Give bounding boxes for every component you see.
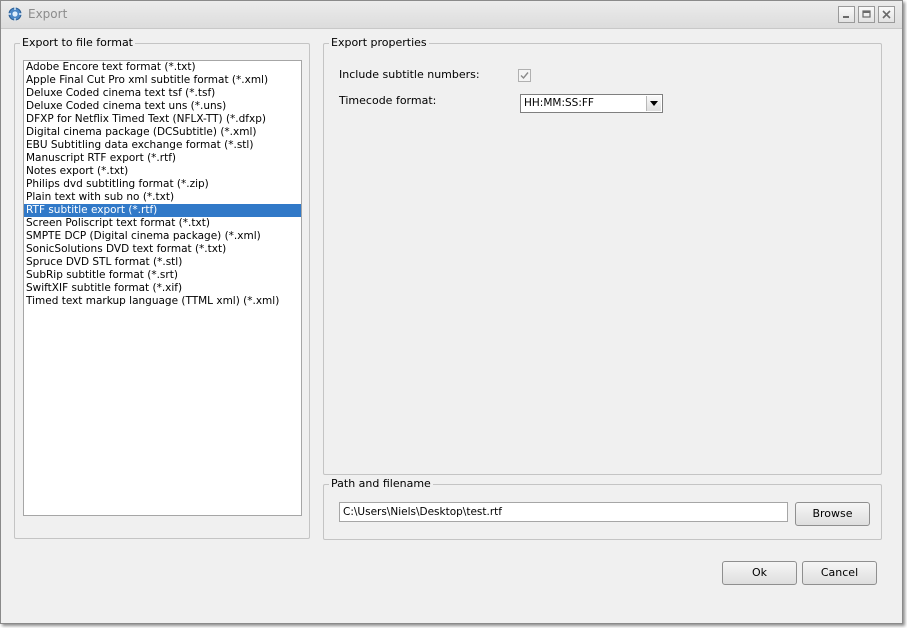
list-item[interactable]: Philips dvd subtitling format (*.zip) (24, 178, 301, 191)
list-item[interactable]: Timed text markup language (TTML xml) (*… (24, 295, 301, 308)
list-item[interactable]: DFXP for Netflix Timed Text (NFLX-TT) (*… (24, 113, 301, 126)
window-title: Export (28, 7, 68, 21)
maximize-button[interactable] (858, 6, 875, 23)
chevron-down-icon (650, 101, 658, 106)
list-item[interactable]: Plain text with sub no (*.txt) (24, 191, 301, 204)
export-dialog: Export Export to file format Adobe Encor… (0, 0, 903, 624)
ok-button[interactable]: Ok (722, 561, 797, 585)
list-item[interactable]: SubRip subtitle format (*.srt) (24, 269, 301, 282)
close-button[interactable] (878, 6, 895, 23)
list-item[interactable]: Spruce DVD STL format (*.stl) (24, 256, 301, 269)
list-item[interactable]: Manuscript RTF export (*.rtf) (24, 152, 301, 165)
app-gear-icon (8, 7, 22, 21)
properties-group-legend: Export properties (329, 36, 429, 50)
include-numbers-label: Include subtitle numbers: (339, 68, 480, 81)
list-item[interactable]: RTF subtitle export (*.rtf) (24, 204, 301, 217)
maximize-icon (862, 10, 871, 18)
timecode-dropdown-button[interactable] (646, 96, 661, 111)
path-input-value: C:\Users\Niels\Desktop\test.rtf (343, 506, 502, 518)
path-group-legend: Path and filename (329, 477, 433, 491)
list-item[interactable]: Deluxe Coded cinema text uns (*.uns) (24, 100, 301, 113)
list-item[interactable]: Screen Poliscript text format (*.txt) (24, 217, 301, 230)
timecode-format-value: HH:MM:SS:FF (524, 97, 594, 109)
checkmark-icon (520, 72, 529, 80)
cancel-button[interactable]: Cancel (802, 561, 877, 585)
list-item[interactable]: Digital cinema package (DCSubtitle) (*.x… (24, 126, 301, 139)
format-listbox[interactable]: Adobe Encore text format (*.txt) Apple Fi… (23, 60, 302, 516)
title-bar[interactable]: Export (1, 1, 902, 29)
list-item[interactable]: SwiftXIF subtitle format (*.xif) (24, 282, 301, 295)
list-item[interactable]: Adobe Encore text format (*.txt) (24, 61, 301, 74)
include-numbers-checkbox[interactable] (518, 69, 531, 82)
list-item[interactable]: Notes export (*.txt) (24, 165, 301, 178)
list-item[interactable]: SMPTE DCP (Digital cinema package) (*.xm… (24, 230, 301, 243)
list-item[interactable]: Deluxe Coded cinema text tsf (*.tsf) (24, 87, 301, 100)
timecode-format-label: Timecode format: (339, 94, 437, 107)
path-input[interactable]: C:\Users\Niels\Desktop\test.rtf (339, 502, 788, 522)
close-icon (882, 10, 891, 19)
list-item[interactable]: SonicSolutions DVD text format (*.txt) (24, 243, 301, 256)
timecode-format-select[interactable]: HH:MM:SS:FF (520, 94, 663, 113)
browse-button[interactable]: Browse (795, 502, 870, 526)
list-item[interactable]: EBU Subtitling data exchange format (*.s… (24, 139, 301, 152)
minimize-icon (843, 16, 849, 18)
minimize-button[interactable] (838, 6, 855, 23)
list-item[interactable]: Apple Final Cut Pro xml subtitle format … (24, 74, 301, 87)
format-group-legend: Export to file format (20, 36, 135, 50)
